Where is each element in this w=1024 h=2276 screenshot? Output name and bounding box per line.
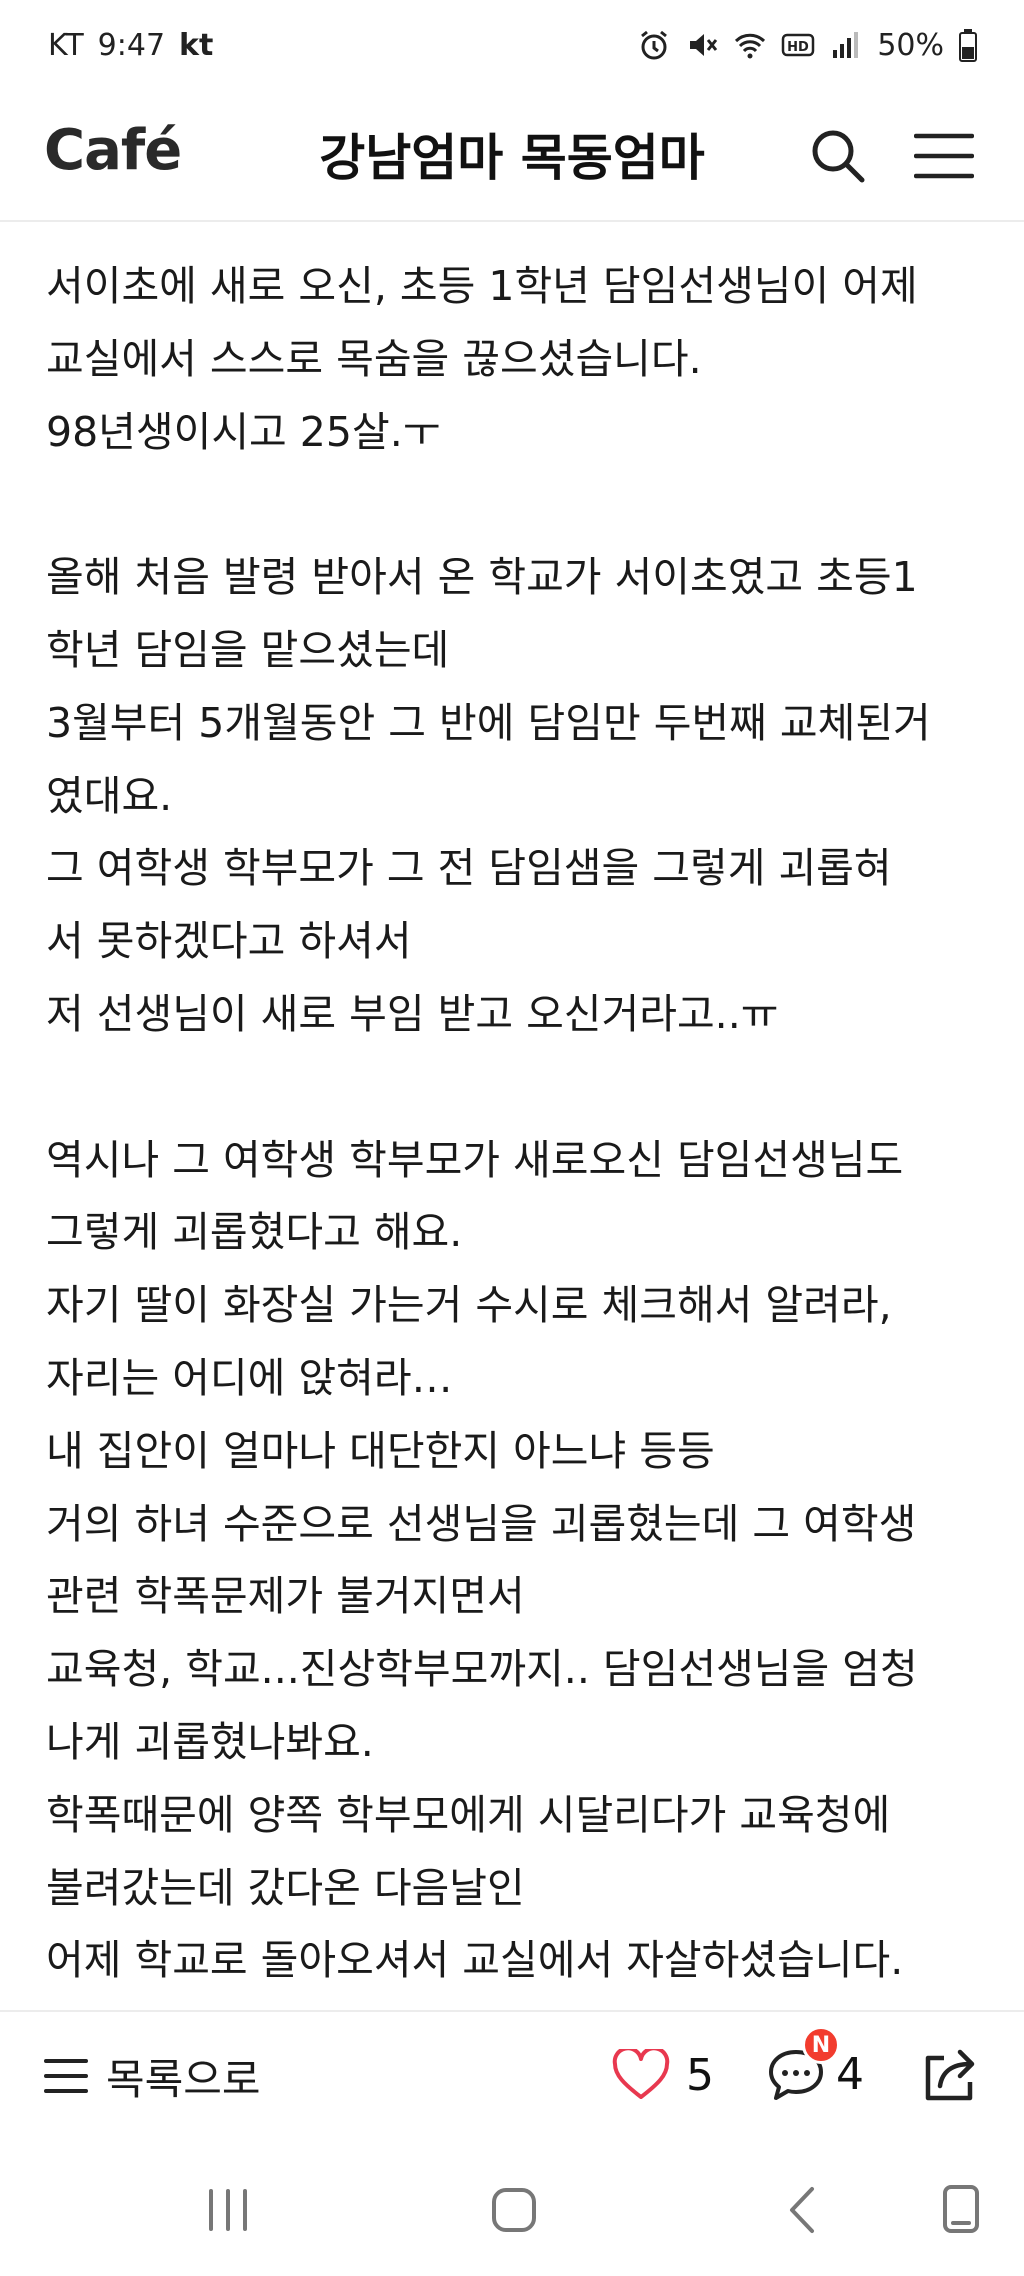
keyboard-hide-button[interactable] — [930, 2178, 994, 2242]
share-icon — [925, 2049, 975, 2101]
article-line: 그렇게 괴롭혔다고 해요. — [46, 1208, 463, 1257]
search-icon — [812, 130, 865, 183]
article-line: 불려갔는데 갔다온 다음날인 — [46, 1863, 525, 1912]
menu-icon — [914, 133, 974, 179]
back-to-list-label: 목록으로 — [106, 2054, 261, 2104]
wifi-icon — [735, 33, 766, 59]
battery-icon — [959, 29, 977, 62]
menu-button[interactable] — [906, 118, 982, 194]
article-line: 교실에서 스스로 목숨을 끊으셨습니다. — [46, 334, 702, 383]
heart-icon — [612, 2049, 670, 2099]
recent-apps-icon — [209, 2189, 247, 2231]
article-line: 올해 처음 발령 받아서 온 학교가 서이초였고 초등1 — [46, 553, 918, 602]
article-line: 서 못하겠다고 하셔서 — [46, 917, 412, 966]
article-line: 였대요. — [46, 771, 173, 820]
article-line: 관련 학폭문제가 불거지면서 — [46, 1572, 525, 1621]
article-line: 학폭때문에 양쪽 학부모에게 시달리다가 교육청에 — [46, 1790, 891, 1839]
comment-count: 4 — [836, 2048, 864, 2100]
svg-text:HD: HD — [787, 40, 809, 55]
article-body: 서이초에 새로 오신, 초등 1학년 담임선생님이 어제교실에서 스스로 목숨을… — [46, 250, 996, 1997]
status-right: HD 50% — [637, 28, 978, 63]
article-line: 거의 하녀 수준으로 선생님을 괴롭혔는데 그 여학생 — [46, 1499, 917, 1548]
carrier-logo: kt — [179, 27, 214, 63]
back-to-list-button[interactable]: 목록으로 — [44, 2046, 261, 2106]
article-line: 그 여학생 학부모가 그 전 담임샘을 그렇게 괴롭혀 — [46, 844, 892, 893]
home-icon — [492, 2188, 536, 2232]
mute-icon — [690, 34, 718, 56]
article-line: 98년생이시고 25살.ㅜ — [46, 407, 441, 456]
article-line: 저 선생님이 새로 부임 받고 오신거라고..ㅠ — [46, 989, 779, 1038]
article-line: 자기 딸이 화장실 가는거 수시로 체크해서 알려라, — [46, 1281, 892, 1330]
system-nav-bar — [0, 2138, 1024, 2276]
clock: 9:47 — [97, 27, 166, 63]
back-icon — [790, 2187, 814, 2233]
like-button[interactable]: 5 — [612, 2042, 714, 2108]
article-line: 학년 담임을 맡으셨는데 — [46, 625, 450, 674]
article-line: 교육청, 학교...진상학부모까지.. 담임선생님을 엄청 — [46, 1645, 918, 1694]
article-line: 역시나 그 여학생 학부모가 새로오신 담임선생님도 — [46, 1135, 904, 1184]
comment-icon-wrap: N — [766, 2026, 840, 2104]
carrier-label: KT — [48, 27, 84, 63]
status-bar: KT 9:47 kt HD 50% — [0, 0, 1024, 90]
search-button[interactable] — [800, 118, 876, 194]
like-count: 5 — [686, 2049, 714, 2101]
cafe-header: Café 강남엄마 목동엄마 — [0, 90, 1024, 222]
article-line: 3월부터 5개월동안 그 반에 담임만 두번째 교체된거 — [46, 698, 931, 747]
list-icon — [44, 2059, 88, 2093]
article-line: 자리는 어디에 앉혀라… — [46, 1353, 453, 1402]
article-bottom-bar: 목록으로 5 N 4 — [0, 2010, 1024, 2138]
alarm-icon — [641, 30, 668, 60]
article-line: 서이초에 새로 오신, 초등 1학년 담임선생님이 어제 — [46, 262, 918, 310]
back-button[interactable] — [770, 2178, 834, 2242]
comment-button[interactable]: N 4 — [766, 2026, 864, 2110]
keyboard-hide-icon — [943, 2185, 979, 2233]
signal-icon — [833, 32, 859, 58]
article-line: 나게 괴롭혔나봐요. — [46, 1717, 374, 1766]
article-line: 내 집안이 얼마나 대단한지 아느냐 등등 — [46, 1426, 715, 1475]
share-button[interactable] — [918, 2042, 982, 2106]
recent-apps-button[interactable] — [196, 2178, 260, 2242]
new-comment-badge: N — [802, 2026, 840, 2064]
hd-icon: HD — [782, 33, 815, 57]
battery-percent: 50% — [877, 27, 944, 63]
status-left: KT 9:47 kt — [48, 28, 213, 63]
home-button[interactable] — [482, 2178, 546, 2242]
article-line: 어제 학교로 돌아오셔서 교실에서 자살하셨습니다. — [46, 1936, 904, 1985]
